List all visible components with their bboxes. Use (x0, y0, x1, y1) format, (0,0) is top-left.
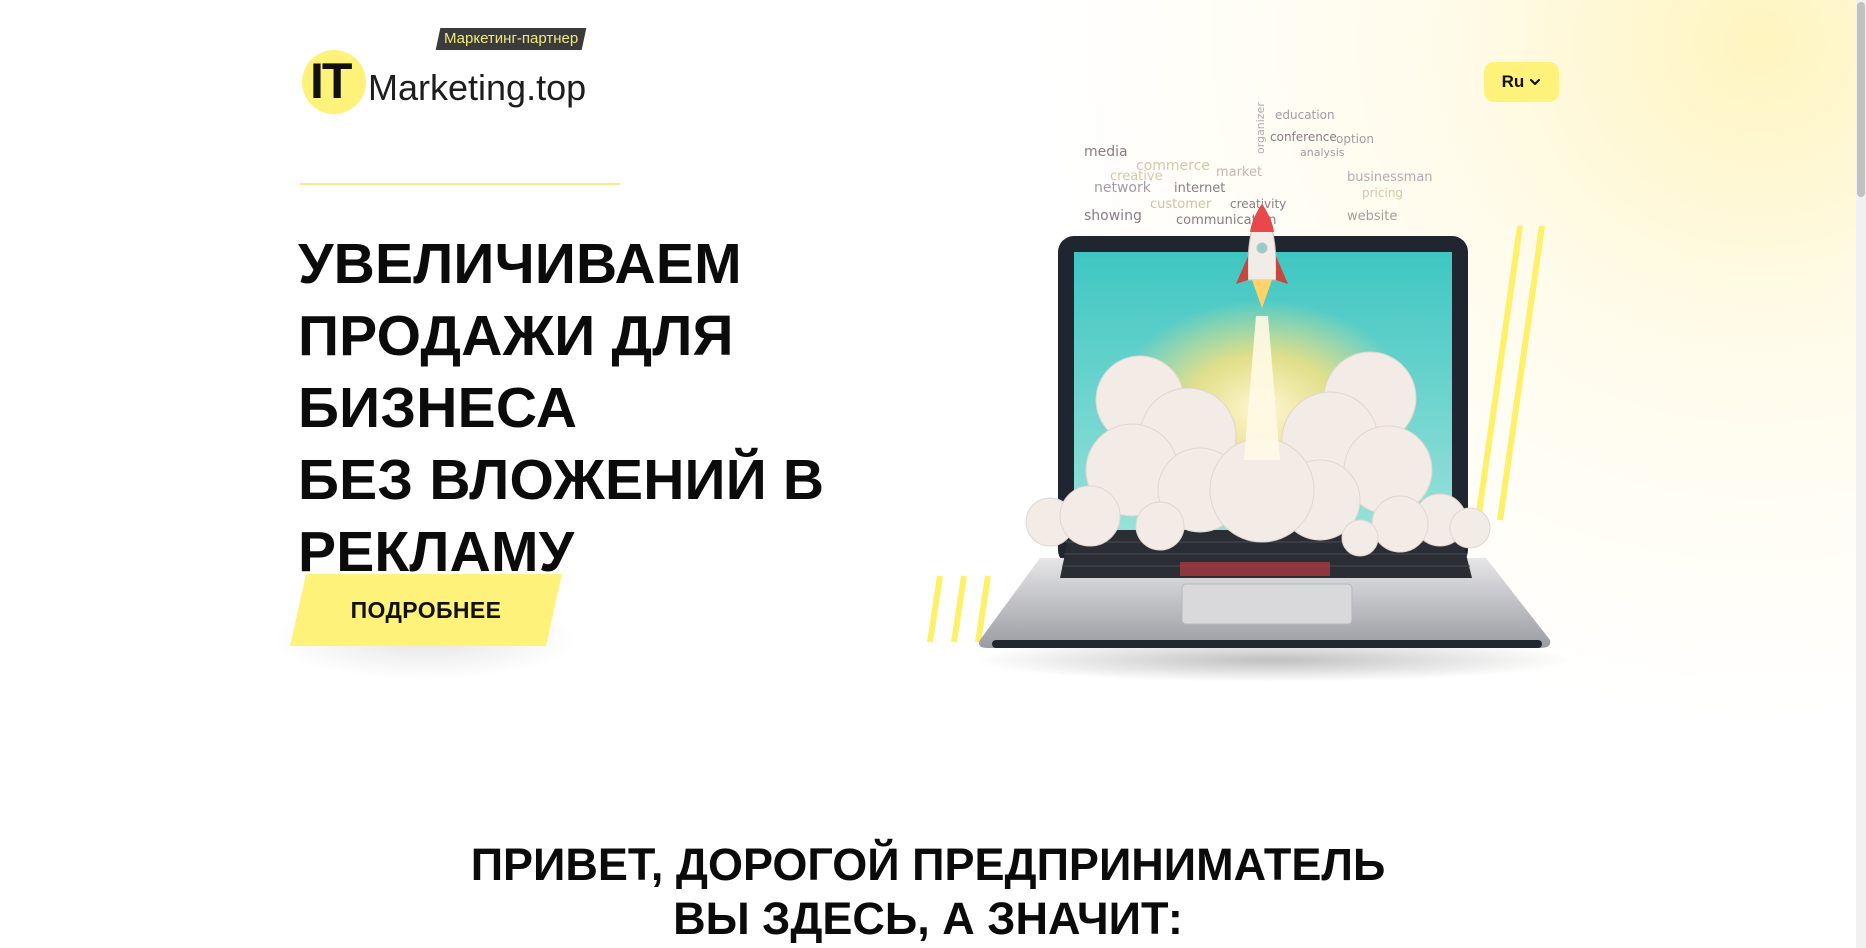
logo-badge: Маркетинг-партнер (435, 28, 587, 50)
word-cloud: media commerce creative network internet… (1084, 102, 1433, 228)
landing-page: Маркетинг-партнер IT Marketing.top Ru УВ… (0, 0, 1866, 948)
section-title-line: ПРИВЕТ, ДОРОГОЙ ПРЕДПРИНИМАТЕЛЬ (470, 839, 1386, 890)
site-logo[interactable]: Маркетинг-партнер IT Marketing.top (300, 28, 620, 118)
word: internet (1174, 181, 1225, 196)
word: organizer (1254, 102, 1267, 154)
word: market (1216, 165, 1262, 180)
scrollbar-thumb[interactable] (1857, 2, 1865, 197)
word: website (1347, 209, 1397, 224)
word: conference (1270, 130, 1337, 144)
word: showing (1084, 208, 1142, 224)
word: customer (1150, 197, 1212, 212)
word: pricing (1362, 186, 1403, 200)
word: creativity (1230, 197, 1286, 211)
more-button-label: ПОДРОБНЕЕ (350, 596, 502, 623)
scrollbar[interactable] (1856, 0, 1866, 948)
more-button[interactable]: ПОДРОБНЕЕ (290, 574, 562, 646)
logo-name: Marketing.top (368, 67, 587, 108)
word: businessman (1347, 170, 1433, 185)
section-title-line: ВЫ ЗДЕСЬ, А ЗНАЧИТ: (673, 893, 1183, 944)
word: education (1275, 108, 1335, 122)
logo-mark: IT (310, 53, 352, 109)
word: option (1336, 132, 1374, 146)
word: media (1084, 144, 1128, 160)
word: analysis (1300, 146, 1345, 159)
word: network (1094, 180, 1152, 196)
header-divider (300, 183, 620, 185)
laptop-rocket-illustration: media commerce creative network internet… (927, 102, 1572, 682)
section-title: ПРИВЕТ, ДОРОГОЙ ПРЕДПРИНИМАТЕЛЬ ВЫ ЗДЕСЬ… (0, 838, 1856, 946)
